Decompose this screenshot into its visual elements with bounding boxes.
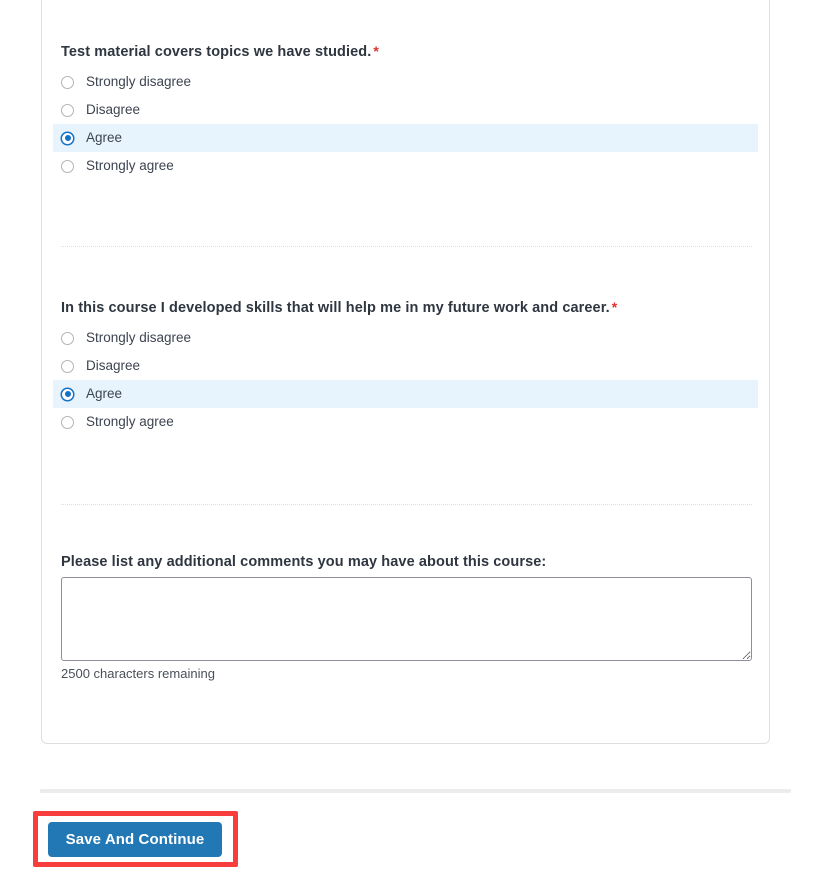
radio-icon-selected[interactable] <box>61 131 74 145</box>
radio-option-label: Disagree <box>86 102 141 117</box>
question-block-2: In this course I developed skills that w… <box>53 298 758 436</box>
radio-option-disagree-1[interactable]: Disagree <box>53 96 758 124</box>
radio-group-2: Strongly disagree Disagree Agree Strongl… <box>53 324 758 436</box>
radio-option-agree-2[interactable]: Agree <box>53 380 758 408</box>
radio-option-agree-1[interactable]: Agree <box>53 124 758 152</box>
radio-option-label: Strongly disagree <box>86 74 192 89</box>
radio-icon[interactable] <box>61 103 74 117</box>
question-text-1: Test material covers topics we have stud… <box>61 42 752 61</box>
question-label-1: Test material covers topics we have stud… <box>61 44 372 60</box>
comment-block: Please list any additional comments you … <box>61 553 752 682</box>
question-separator-2 <box>61 504 752 505</box>
radio-icon[interactable] <box>61 359 74 373</box>
radio-option-strongly-agree-1[interactable]: Strongly agree <box>53 152 758 180</box>
survey-page: Test material covers topics we have stud… <box>0 0 822 895</box>
footer-divider <box>40 789 791 793</box>
question-block-1: Test material covers topics we have stud… <box>53 42 758 180</box>
survey-card-body: Test material covers topics we have stud… <box>42 0 769 743</box>
radio-icon-selected[interactable] <box>61 387 74 401</box>
radio-option-label: Agree <box>86 386 123 401</box>
required-indicator-2: * <box>611 299 618 315</box>
radio-option-strongly-disagree-2[interactable]: Strongly disagree <box>53 324 758 352</box>
question-label-2: In this course I developed skills that w… <box>61 300 610 316</box>
radio-icon[interactable] <box>61 75 74 89</box>
radio-option-strongly-agree-2[interactable]: Strongly agree <box>53 408 758 436</box>
radio-icon[interactable] <box>61 331 74 345</box>
comment-textarea[interactable] <box>61 577 752 661</box>
required-indicator-1: * <box>373 43 379 59</box>
radio-group-1: Strongly disagree Disagree Agree Strongl… <box>53 68 758 180</box>
radio-option-label: Strongly agree <box>86 158 174 173</box>
survey-card: Test material covers topics we have stud… <box>41 0 770 744</box>
question-text-2: In this course I developed skills that w… <box>61 298 752 317</box>
question-separator-1 <box>61 246 752 247</box>
save-and-continue-button[interactable]: Save And Continue <box>48 822 222 857</box>
radio-option-label: Strongly agree <box>86 414 174 429</box>
radio-option-label: Strongly disagree <box>86 330 192 345</box>
comment-question-label: Please list any additional comments you … <box>61 554 547 570</box>
radio-option-strongly-disagree-1[interactable]: Strongly disagree <box>53 68 758 96</box>
radio-option-label: Agree <box>86 130 123 145</box>
radio-icon[interactable] <box>61 415 74 429</box>
radio-option-label: Disagree <box>86 358 141 373</box>
character-counter: 2500 characters remaining <box>61 666 215 681</box>
radio-option-disagree-2[interactable]: Disagree <box>53 352 758 380</box>
radio-icon[interactable] <box>61 159 74 173</box>
